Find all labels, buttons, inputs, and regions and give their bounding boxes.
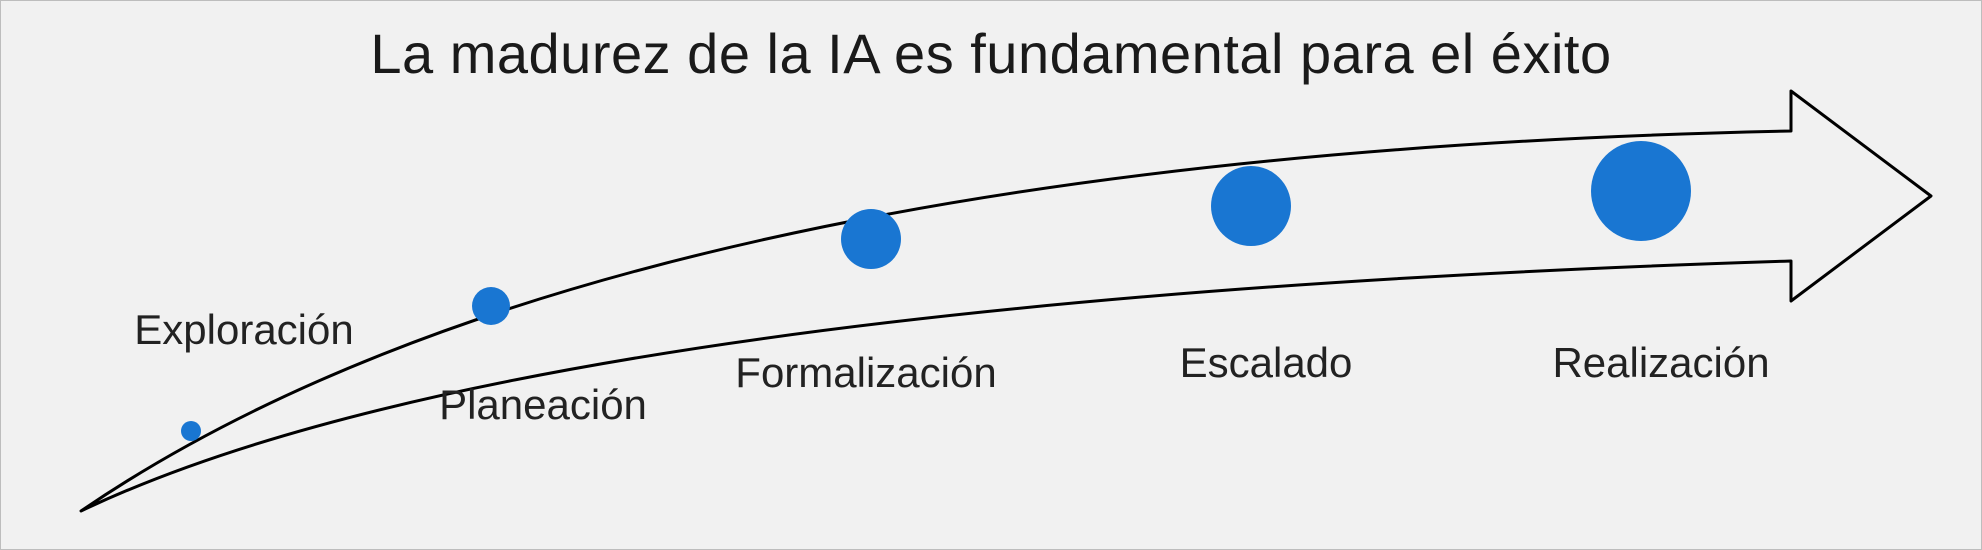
stage-dot-exploracion xyxy=(181,421,201,441)
stage-dot-planeacion xyxy=(472,287,510,325)
stage-label-escalado: Escalado xyxy=(1180,339,1353,387)
stage-dot-escalado xyxy=(1211,166,1291,246)
stage-dot-formalizacion xyxy=(841,209,901,269)
diagram-frame: La madurez de la IA es fundamental para … xyxy=(0,0,1982,550)
maturity-arrow-icon xyxy=(1,1,1982,550)
stage-label-planeacion: Planeación xyxy=(439,381,647,429)
stage-label-realizacion: Realización xyxy=(1552,339,1769,387)
stage-dot-realizacion xyxy=(1591,141,1691,241)
stage-label-exploracion: Exploración xyxy=(134,306,353,354)
stage-label-formalizacion: Formalización xyxy=(735,349,996,397)
